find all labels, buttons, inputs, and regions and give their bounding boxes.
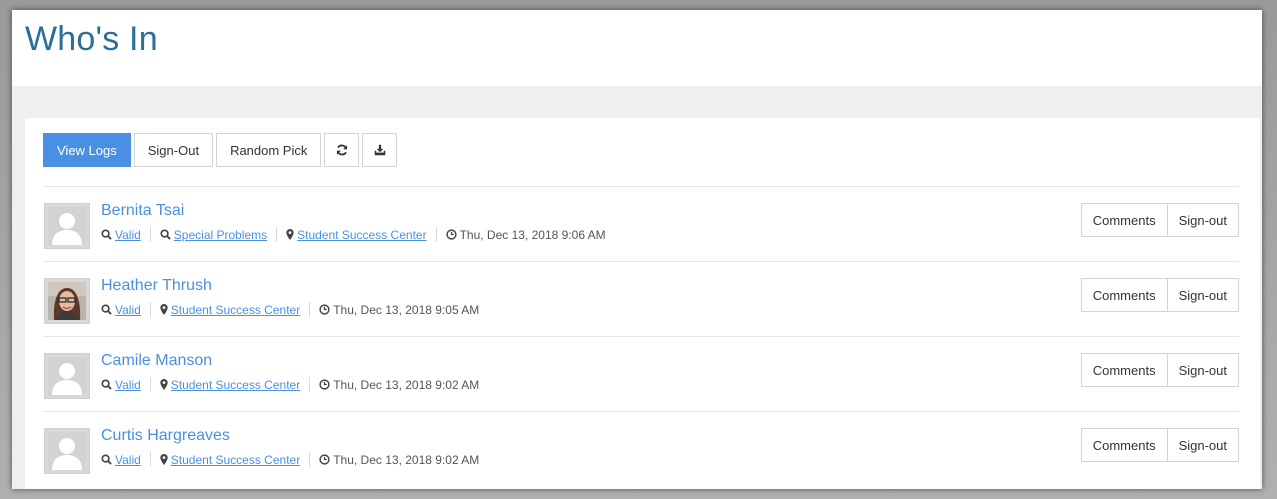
divider [309,377,311,392]
signed-in-list: Bernita Tsai Valid Special Problems Stud… [43,186,1239,486]
map-marker-icon [286,229,294,240]
status-link[interactable]: Valid [115,228,141,242]
status-link[interactable]: Valid [115,378,141,392]
entry-meta: Valid Student Success Center Thu, Dec 13… [101,452,479,467]
entry-meta: Valid Student Success Center Thu, Dec 13… [101,377,479,392]
map-marker-icon [160,304,168,315]
person-name[interactable]: Bernita Tsai [101,202,184,220]
page-title: Who's In [25,20,158,58]
map-marker-icon [160,379,168,390]
clock-icon [445,229,457,240]
sign-out-button[interactable]: Sign-out [1167,203,1239,237]
user-photo [48,282,86,320]
list-item: Curtis Hargreaves Valid Student Success … [43,411,1239,486]
download-button[interactable] [362,133,398,167]
clock-icon [319,304,330,315]
view-logs-button[interactable]: View Logs [43,133,131,167]
avatar [44,278,90,324]
screenshot-frame: Who's In View Logs Sign-Out Random Pick [0,0,1277,499]
toolbar: View Logs Sign-Out Random Pick [43,133,398,167]
comments-button[interactable]: Comments [1080,278,1168,312]
person-name[interactable]: Heather Thrush [101,277,212,295]
search-icon [160,229,171,240]
reason-link[interactable]: Special Problems [174,228,267,242]
divider [309,452,311,467]
person-name[interactable]: Camile Manson [101,352,212,370]
avatar [44,353,90,399]
user-placeholder-icon [48,357,86,395]
status-link[interactable]: Valid [115,453,141,467]
status-link[interactable]: Valid [115,303,141,317]
divider [276,227,278,242]
timestamp: Thu, Dec 13, 2018 9:06 AM [459,227,606,242]
comments-button[interactable]: Comments [1080,428,1168,462]
clock-icon [319,454,330,465]
list-item: Heather Thrush Valid Student Success Cen… [43,261,1239,336]
timestamp: Thu, Dec 13, 2018 9:05 AM [333,302,480,317]
avatar [44,428,90,474]
list-item: Camile Manson Valid Student Success Cent… [43,336,1239,411]
refresh-icon [336,144,347,156]
whos-in-panel: View Logs Sign-Out Random Pick Bernita T… [25,118,1260,489]
user-placeholder-icon [48,207,86,245]
timestamp: Thu, Dec 13, 2018 9:02 AM [333,452,480,467]
comments-button[interactable]: Comments [1080,203,1168,237]
location-link[interactable]: Student Success Center [297,228,426,242]
refresh-button[interactable] [324,133,360,167]
sign-out-all-button[interactable]: Sign-Out [133,133,214,167]
divider [435,227,437,242]
row-actions: Comments Sign-out [1080,203,1239,237]
search-icon [101,379,112,390]
page-header: Who's In [12,10,1262,86]
row-actions: Comments Sign-out [1080,278,1239,312]
person-name[interactable]: Curtis Hargreaves [101,427,230,445]
avatar [44,203,90,249]
divider [149,227,151,242]
sign-out-button[interactable]: Sign-out [1167,278,1239,312]
row-actions: Comments Sign-out [1080,353,1239,387]
user-placeholder-icon [48,432,86,470]
search-icon [101,229,112,240]
entry-meta: Valid Special Problems Student Success C… [101,227,606,242]
comments-button[interactable]: Comments [1080,353,1168,387]
map-marker-icon [160,454,168,465]
entry-meta: Valid Student Success Center Thu, Dec 13… [101,302,479,317]
divider [149,452,151,467]
timestamp: Thu, Dec 13, 2018 9:02 AM [333,377,480,392]
location-link[interactable]: Student Success Center [171,303,300,317]
sign-out-button[interactable]: Sign-out [1167,353,1239,387]
sign-out-button[interactable]: Sign-out [1167,428,1239,462]
search-icon [101,454,112,465]
row-actions: Comments Sign-out [1080,428,1239,462]
app-window: Who's In View Logs Sign-Out Random Pick [12,10,1262,489]
download-icon [374,144,386,156]
list-item: Bernita Tsai Valid Special Problems Stud… [43,186,1239,261]
divider [149,377,151,392]
clock-icon [319,379,330,390]
search-icon [101,304,112,315]
location-link[interactable]: Student Success Center [171,453,300,467]
divider [309,302,311,317]
divider [149,302,151,317]
location-link[interactable]: Student Success Center [171,378,300,392]
random-pick-button[interactable]: Random Pick [216,133,322,167]
